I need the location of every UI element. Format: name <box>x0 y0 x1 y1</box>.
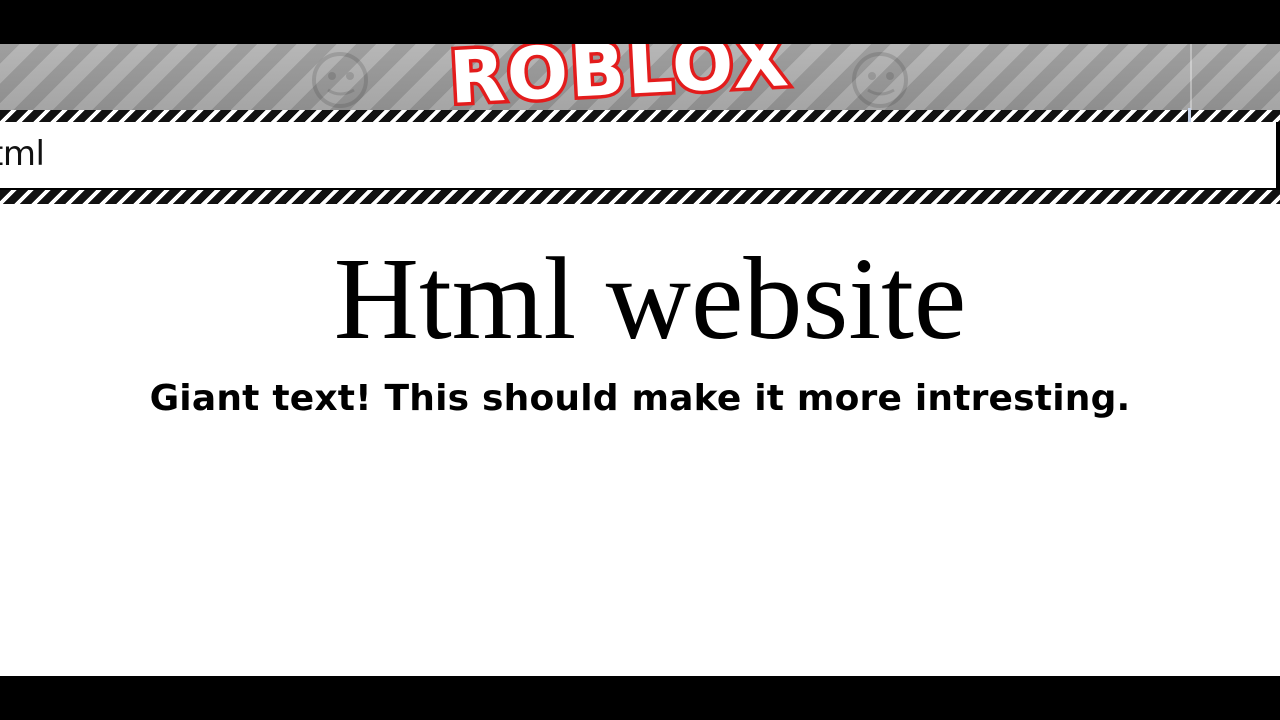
banner-divider <box>1190 44 1192 110</box>
address-field-value: tml <box>0 134 45 174</box>
video-frame: ROBLOX tml Html website Giant text! This… <box>0 0 1280 720</box>
page-content: Html website <box>0 204 1280 676</box>
letterbox-top <box>0 0 1280 44</box>
address-field[interactable]: tml <box>0 122 1280 190</box>
roblox-logo[interactable]: ROBLOX <box>430 44 810 106</box>
page-heading: Html website <box>333 233 967 364</box>
scroll-marker <box>1188 108 1191 122</box>
site-banner: ROBLOX <box>0 44 1280 110</box>
svg-text:ROBLOX: ROBLOX <box>447 44 792 106</box>
letterbox-bottom <box>0 676 1280 720</box>
dashed-divider <box>0 190 1280 204</box>
dashed-divider <box>0 110 1280 122</box>
banner-decor-icon <box>852 52 908 108</box>
banner-decor-icon <box>312 52 368 108</box>
video-caption: Giant text! This should make it more int… <box>149 378 1131 419</box>
